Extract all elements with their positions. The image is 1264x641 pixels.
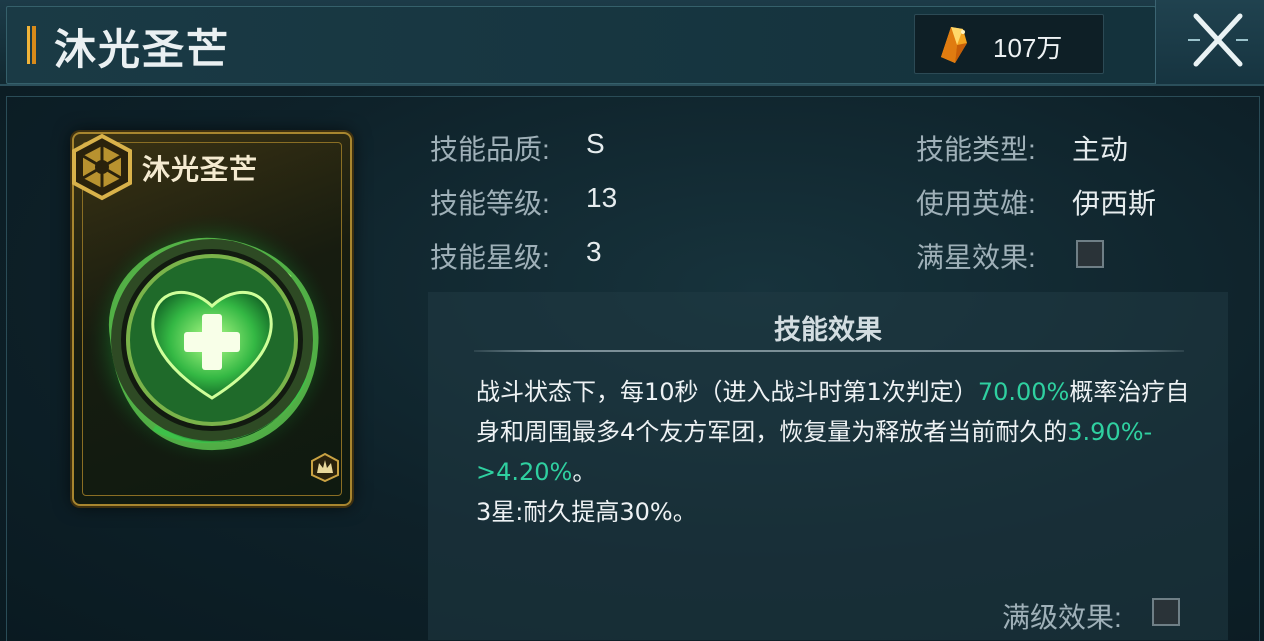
maxlvl-checkbox[interactable] [1152, 598, 1180, 626]
effect-title: 技能效果 [774, 315, 882, 346]
effect-description: 战斗状态下，每10秒（进入战斗时第1次判定）70.00%概率治疗自身和周围最多4… [476, 372, 1196, 532]
card-name: 沐光圣芒 [142, 153, 259, 186]
fullstar-checkbox[interactable] [1076, 240, 1104, 268]
crystal-icon [941, 27, 967, 63]
level-value: 13 [586, 182, 618, 213]
green-heart-heal-icon [86, 214, 338, 466]
hero-value: 伊西斯 [1072, 188, 1157, 219]
type-label: 技能类型: [916, 134, 1036, 165]
quality-value: S [586, 128, 605, 159]
effect-star-bonus: 3星:耐久提高30%。 [476, 498, 697, 526]
effect-divider [474, 350, 1184, 352]
star-value: 3 [586, 236, 602, 267]
quality-label: 技能品质: [430, 134, 550, 165]
crown-badge-icon [311, 452, 339, 482]
hex-emblem-icon [72, 133, 132, 201]
page-title: 沐光圣芒 [54, 25, 231, 74]
skill-card: 沐光圣芒 [72, 132, 352, 506]
maxlvl-label: 满级效果: [1002, 602, 1122, 633]
header: 沐光圣芒 107万 [0, 0, 1264, 86]
title-accent [27, 26, 36, 64]
type-value: 主动 [1072, 134, 1129, 165]
level-label: 技能等级: [430, 188, 550, 219]
effect-text-3: 。 [572, 458, 597, 486]
effect-text-1: 战斗状态下，每10秒（进入战斗时第1次判定） [476, 378, 978, 406]
star-label: 技能星级: [430, 242, 550, 273]
effect-panel: 技能效果 战斗状态下，每10秒（进入战斗时第1次判定）70.00%概率治疗自身和… [428, 292, 1228, 640]
close-button[interactable] [1155, 0, 1264, 84]
close-crossed-swords-icon [1188, 13, 1248, 67]
fullstar-label: 满星效果: [916, 242, 1036, 273]
effect-chance: 70.00% [977, 378, 1070, 406]
hero-label: 使用英雄: [916, 188, 1036, 219]
currency-amount: 107万 [993, 33, 1063, 63]
currency-display: 107万 [914, 14, 1104, 74]
